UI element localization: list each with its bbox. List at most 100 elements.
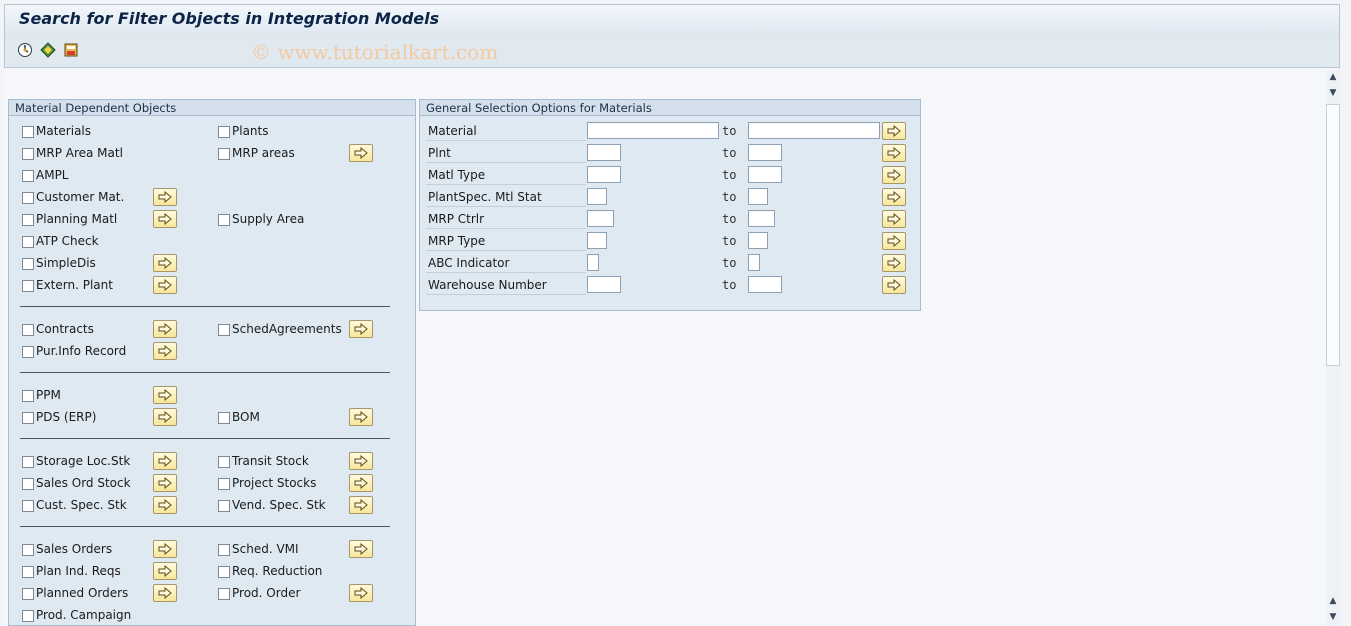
checkbox[interactable]	[22, 170, 34, 182]
range-from-input[interactable]	[587, 188, 607, 205]
multiple-selection-button[interactable]	[153, 210, 177, 228]
to-label: to	[722, 146, 737, 160]
save-variant-icon[interactable]	[63, 42, 79, 58]
row-divider	[426, 294, 586, 295]
range-to-input[interactable]	[748, 276, 782, 293]
range-from-input[interactable]	[587, 166, 621, 183]
checkbox[interactable]	[218, 588, 230, 600]
variant-icon[interactable]	[40, 42, 56, 58]
checkbox[interactable]	[218, 126, 230, 138]
multiple-selection-button[interactable]	[349, 540, 373, 558]
checkbox[interactable]	[218, 566, 230, 578]
checkbox[interactable]	[22, 610, 34, 622]
checkbox-label: Plants	[232, 124, 269, 138]
checkbox[interactable]	[22, 192, 34, 204]
multiple-selection-button[interactable]	[153, 408, 177, 426]
multiple-selection-button[interactable]	[153, 562, 177, 580]
scroll-down-icon[interactable]: ▼	[1328, 612, 1338, 622]
arrow-right-icon	[158, 411, 172, 423]
checkbox-label: Extern. Plant	[36, 278, 113, 292]
range-from-input[interactable]	[587, 144, 621, 161]
multiple-selection-button[interactable]	[153, 342, 177, 360]
multiple-selection-button[interactable]	[349, 584, 373, 602]
multiple-selection-button[interactable]	[882, 232, 906, 250]
range-from-input[interactable]	[587, 232, 607, 249]
multiple-selection-button[interactable]	[153, 496, 177, 514]
checkbox[interactable]	[218, 456, 230, 468]
multiple-selection-button[interactable]	[153, 584, 177, 602]
checkbox[interactable]	[22, 148, 34, 160]
checkbox[interactable]	[22, 500, 34, 512]
checkbox[interactable]	[22, 566, 34, 578]
range-to-input[interactable]	[748, 210, 775, 227]
multiple-selection-button[interactable]	[882, 188, 906, 206]
checkbox[interactable]	[22, 126, 34, 138]
checkbox[interactable]	[22, 588, 34, 600]
scroll-up-icon[interactable]: ▲	[1328, 596, 1338, 606]
multiple-selection-button[interactable]	[153, 452, 177, 470]
checkbox[interactable]	[218, 412, 230, 424]
checkbox[interactable]	[22, 544, 34, 556]
multiple-selection-button[interactable]	[882, 254, 906, 272]
arrow-right-icon	[158, 455, 172, 467]
multiple-selection-button[interactable]	[153, 188, 177, 206]
multiple-selection-button[interactable]	[882, 276, 906, 294]
checkbox-label: Transit Stock	[232, 454, 309, 468]
arrow-right-icon	[158, 279, 172, 291]
checkbox[interactable]	[218, 500, 230, 512]
checkbox[interactable]	[22, 478, 34, 490]
multiple-selection-button[interactable]	[349, 496, 373, 514]
scroll-up-icon[interactable]: ▼	[1328, 88, 1338, 98]
to-label: to	[722, 190, 737, 204]
arrow-right-icon	[887, 279, 901, 291]
range-to-input[interactable]	[748, 232, 768, 249]
checkbox[interactable]	[218, 214, 230, 226]
title-bar: Search for Filter Objects in Integration…	[4, 4, 1340, 34]
checkbox[interactable]	[22, 346, 34, 358]
scrollbar-thumb[interactable]	[1326, 104, 1340, 366]
range-from-input[interactable]	[587, 254, 599, 271]
checkbox[interactable]	[218, 148, 230, 160]
arrow-right-icon	[887, 191, 901, 203]
multiple-selection-button[interactable]	[349, 144, 373, 162]
checkbox[interactable]	[22, 214, 34, 226]
range-to-input[interactable]	[748, 144, 782, 161]
multiple-selection-button[interactable]	[882, 210, 906, 228]
checkbox-label: Plan Ind. Reqs	[36, 564, 121, 578]
multiple-selection-button[interactable]	[153, 474, 177, 492]
range-to-input[interactable]	[748, 188, 768, 205]
multiple-selection-button[interactable]	[153, 386, 177, 404]
multiple-selection-button[interactable]	[349, 452, 373, 470]
multiple-selection-button[interactable]	[153, 320, 177, 338]
range-from-input[interactable]	[587, 276, 621, 293]
checkbox[interactable]	[218, 324, 230, 336]
checkbox[interactable]	[22, 324, 34, 336]
checkbox[interactable]	[218, 478, 230, 490]
range-from-input[interactable]	[587, 210, 614, 227]
multiple-selection-button[interactable]	[349, 474, 373, 492]
scroll-up-icon[interactable]: ▲	[1328, 72, 1338, 82]
multiple-selection-button[interactable]	[349, 408, 373, 426]
range-from-input[interactable]	[587, 122, 719, 139]
arrow-right-icon	[887, 213, 901, 225]
multiple-selection-button[interactable]	[153, 540, 177, 558]
checkbox[interactable]	[22, 236, 34, 248]
multiple-selection-button[interactable]	[882, 166, 906, 184]
checkbox[interactable]	[22, 456, 34, 468]
multiple-selection-button[interactable]	[882, 122, 906, 140]
multiple-selection-button[interactable]	[882, 144, 906, 162]
execute-icon[interactable]	[17, 42, 33, 58]
checkbox[interactable]	[218, 544, 230, 556]
selection-field-label: Warehouse Number	[428, 278, 547, 292]
checkbox[interactable]	[22, 412, 34, 424]
multiple-selection-button[interactable]	[153, 276, 177, 294]
range-to-input[interactable]	[748, 122, 880, 139]
row-divider	[426, 184, 586, 185]
range-to-input[interactable]	[748, 166, 782, 183]
checkbox[interactable]	[22, 280, 34, 292]
checkbox[interactable]	[22, 258, 34, 270]
multiple-selection-button[interactable]	[153, 254, 177, 272]
range-to-input[interactable]	[748, 254, 760, 271]
checkbox[interactable]	[22, 390, 34, 402]
multiple-selection-button[interactable]	[349, 320, 373, 338]
